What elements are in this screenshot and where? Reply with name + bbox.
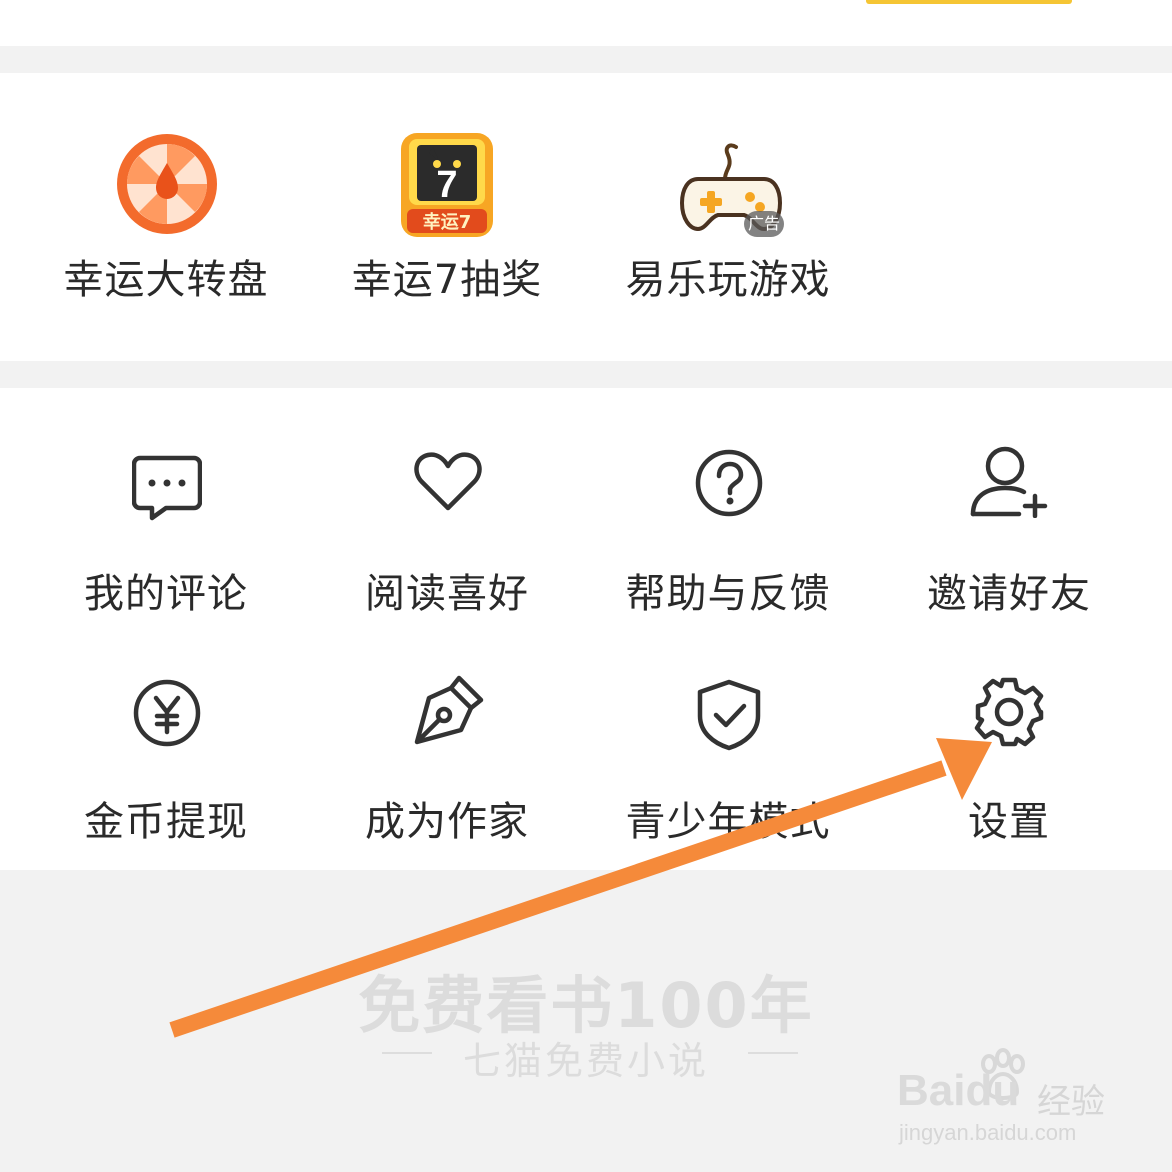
lucky7-slot-icon: 7 幸运7 bbox=[399, 131, 495, 239]
become-writer-tile[interactable]: 成为作家 bbox=[307, 646, 587, 856]
settings-tile[interactable]: 设置 bbox=[869, 646, 1149, 856]
watermark-cn: 经验 bbox=[1037, 1082, 1105, 1122]
reading-preference-label: 阅读喜好 bbox=[365, 571, 529, 617]
become-writer-label: 成为作家 bbox=[365, 799, 529, 845]
game-tile[interactable]: 广告 易乐玩游戏 bbox=[588, 73, 868, 361]
invite-friends-tile[interactable]: 邀请好友 bbox=[869, 418, 1149, 628]
invite-user-icon bbox=[969, 446, 1049, 519]
lucky7-badge-text: 幸运7 bbox=[423, 211, 472, 233]
teen-mode-tile[interactable]: 青少年模式 bbox=[588, 646, 868, 856]
top-strip bbox=[0, 0, 1172, 46]
invite-friends-label: 邀请好友 bbox=[927, 571, 1091, 617]
baidu-watermark: Baidu 经验 jingyan.baidu.com bbox=[897, 1048, 1117, 1158]
help-icon bbox=[694, 448, 764, 518]
shield-check-icon bbox=[694, 678, 764, 752]
lucky-wheel-icon bbox=[116, 133, 218, 235]
coin-withdraw-tile[interactable]: 金币提现 bbox=[26, 646, 306, 856]
ad-badge: 广告 bbox=[744, 211, 784, 237]
heart-icon bbox=[413, 450, 483, 514]
lucky7-label: 幸运7抽奖 bbox=[351, 257, 543, 303]
game-label: 易乐玩游戏 bbox=[625, 257, 831, 303]
my-comments-label: 我的评论 bbox=[84, 571, 248, 617]
yen-coin-icon bbox=[132, 678, 202, 748]
gear-icon bbox=[973, 676, 1045, 748]
lucky-wheel-tile[interactable]: 幸运大转盘 bbox=[26, 73, 306, 361]
help-feedback-tile[interactable]: 帮助与反馈 bbox=[588, 418, 868, 628]
games-section: 幸运大转盘 7 幸运7 幸运7抽奖 广告 易乐玩游戏 bbox=[0, 73, 1172, 361]
lucky-wheel-label: 幸运大转盘 bbox=[63, 257, 269, 303]
lucky7-digit: 7 bbox=[436, 164, 457, 206]
comment-icon bbox=[131, 452, 203, 522]
help-feedback-label: 帮助与反馈 bbox=[625, 571, 831, 617]
watermark-brand: Baidu bbox=[897, 1066, 1020, 1115]
gamepad-icon: 广告 bbox=[678, 141, 784, 237]
coin-withdraw-label: 金币提现 bbox=[84, 799, 248, 845]
settings-label: 设置 bbox=[968, 799, 1050, 845]
my-comments-tile[interactable]: 我的评论 bbox=[26, 418, 306, 628]
top-accent-bar bbox=[866, 0, 1072, 4]
teen-mode-label: 青少年模式 bbox=[625, 799, 831, 845]
reading-preference-tile[interactable]: 阅读喜好 bbox=[307, 418, 587, 628]
lucky7-tile[interactable]: 7 幸运7 幸运7抽奖 bbox=[307, 73, 587, 361]
watermark-url: jingyan.baidu.com bbox=[899, 1120, 1077, 1145]
pen-nib-icon bbox=[411, 672, 487, 748]
tools-section: 我的评论 阅读喜好 帮助与反馈 邀请好友 金币提现 成为作家 青少年模式 设置 bbox=[0, 388, 1172, 870]
